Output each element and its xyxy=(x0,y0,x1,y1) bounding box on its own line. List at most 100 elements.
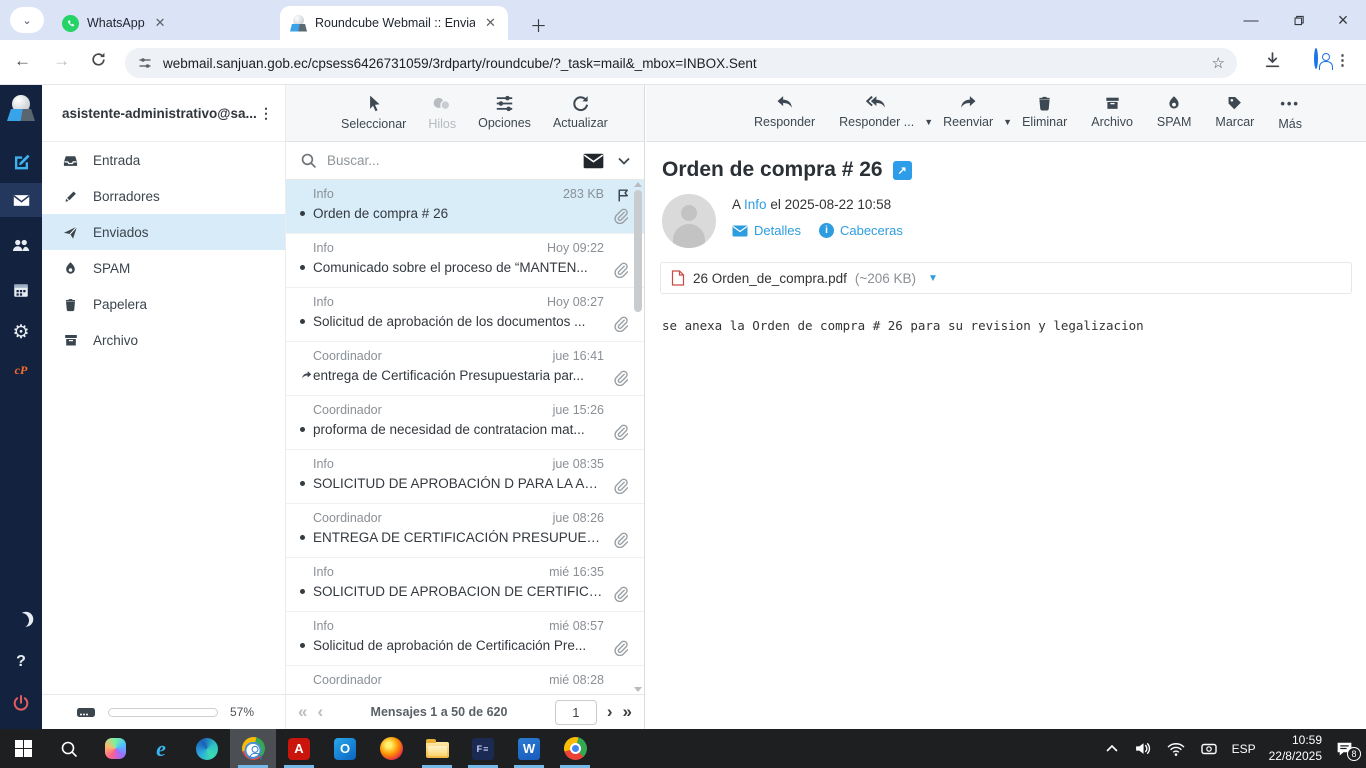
list-item[interactable]: Coordinador jue 08:26 ENTREGA DE CERTIFI… xyxy=(286,504,644,558)
open-in-new-icon[interactable]: ↗ xyxy=(892,160,912,180)
scroll-up-icon[interactable] xyxy=(634,182,642,187)
scrollbar[interactable] xyxy=(633,182,643,692)
help-icon[interactable]: ? xyxy=(0,645,42,679)
scroll-down-icon[interactable] xyxy=(634,687,642,692)
profile-icon[interactable] xyxy=(1314,48,1318,69)
sidebar-item-papelera[interactable]: Papelera xyxy=(42,286,285,322)
compose-icon[interactable] xyxy=(0,143,42,177)
start-icon[interactable] xyxy=(0,729,46,768)
list-item[interactable]: Coordinador mié 08:28 xyxy=(286,666,644,694)
bookmark-star-icon[interactable]: ☆ xyxy=(1212,54,1225,72)
tab-roundcube[interactable]: Roundcube Webmail :: Enviados ✕ xyxy=(280,6,508,40)
download-icon[interactable] xyxy=(1263,51,1282,70)
list-item[interactable]: Info Hoy 09:22 Comunicado sobre el proce… xyxy=(286,234,644,288)
roundcube-logo[interactable] xyxy=(0,93,42,123)
notification-icon[interactable]: 8 xyxy=(1335,740,1361,761)
cpanel-icon[interactable]: cP xyxy=(0,353,42,387)
address-bar[interactable]: webmail.sanjuan.gob.ec/cpsess6426731059/… xyxy=(125,48,1237,78)
kebab-icon[interactable]: ⋮ xyxy=(259,105,273,122)
tab-search-icon[interactable]: ⌄ xyxy=(10,7,44,33)
chrome-profile-icon[interactable] xyxy=(230,729,276,768)
mark-button[interactable]: Marcar xyxy=(1215,94,1254,129)
sidebar-item-enviados[interactable]: Enviados xyxy=(42,214,285,250)
site-controls-icon[interactable] xyxy=(137,55,153,71)
firefox-icon[interactable] xyxy=(368,729,414,768)
new-tab-icon[interactable]: ＋ xyxy=(530,12,547,37)
scrollbar-thumb[interactable] xyxy=(634,190,642,312)
details-toggle[interactable]: Detalles xyxy=(732,223,801,238)
back-icon[interactable]: ← xyxy=(14,51,31,71)
forward-icon[interactable]: → xyxy=(53,51,70,71)
flag-icon[interactable] xyxy=(615,187,632,204)
logout-power-icon[interactable] xyxy=(0,686,42,720)
forward-button[interactable]: Reenviar xyxy=(943,94,993,129)
page-number-input[interactable] xyxy=(554,699,597,725)
volume-icon[interactable] xyxy=(1133,740,1153,757)
next-page-button[interactable]: › xyxy=(607,702,613,722)
list-item[interactable]: Info mié 16:35 SOLICITUD DE APROBACION D… xyxy=(286,558,644,612)
caret-down-icon[interactable]: ▼ xyxy=(1003,117,1012,127)
minimize-icon[interactable]: — xyxy=(1228,0,1274,40)
search-input[interactable] xyxy=(327,153,583,168)
sidebar-item-borradores[interactable]: Borradores xyxy=(42,178,285,214)
attachment-name[interactable]: 26 Orden_de_compra.pdf xyxy=(693,271,847,286)
last-page-button[interactable]: » xyxy=(623,702,632,722)
close-icon[interactable]: ✕ xyxy=(155,15,166,31)
restore-icon[interactable] xyxy=(1274,0,1320,40)
more-button[interactable]: ••• Más xyxy=(1278,94,1302,131)
reload-icon[interactable] xyxy=(90,51,107,68)
copilot-icon[interactable] xyxy=(92,729,138,768)
url-text[interactable]: webmail.sanjuan.gob.ec/cpsess6426731059/… xyxy=(163,56,1212,71)
tab-whatsapp[interactable]: WhatsApp ✕ xyxy=(52,6,267,40)
headers-toggle[interactable]: i Cabeceras xyxy=(818,223,903,238)
list-item[interactable]: Coordinador jue 16:41 entrega de Certifi… xyxy=(286,342,644,396)
f-app-icon[interactable]: F≡ xyxy=(460,729,506,768)
list-item[interactable]: Info Hoy 08:27 Solicitud de aprobación d… xyxy=(286,288,644,342)
edge-icon[interactable] xyxy=(184,729,230,768)
delete-button[interactable]: Eliminar xyxy=(1022,94,1067,129)
calendar-icon[interactable] xyxy=(0,273,42,307)
chrome-icon[interactable] xyxy=(552,729,598,768)
clock[interactable]: 10:59 22/8/2025 xyxy=(1269,733,1322,764)
caret-down-icon[interactable]: ▼ xyxy=(928,273,938,284)
language-indicator[interactable]: ESP xyxy=(1232,742,1256,756)
scope-envelope-icon[interactable] xyxy=(583,153,604,169)
search-icon[interactable] xyxy=(46,729,92,768)
mail-icon[interactable] xyxy=(0,183,42,217)
sidebar-item-archivo[interactable]: Archivo xyxy=(42,322,285,358)
dark-mode-moon-icon[interactable] xyxy=(0,603,42,637)
list-item[interactable]: Info 283 KB Orden de compra # 26 xyxy=(286,180,644,234)
reply-button[interactable]: Responder xyxy=(754,94,815,129)
word-icon[interactable]: W xyxy=(506,729,552,768)
select-button[interactable]: Seleccionar xyxy=(341,94,406,131)
first-page-button[interactable]: « xyxy=(298,702,307,722)
chevron-down-icon[interactable] xyxy=(618,157,630,165)
archive-button[interactable]: Archivo xyxy=(1091,94,1133,129)
account-header[interactable]: asistente-administrativo@sa... ⋮ xyxy=(42,85,285,142)
attachment-item[interactable]: 26 Orden_de_compra.pdf (~206 KB) ▼ xyxy=(660,262,1352,294)
list-item[interactable]: Info jue 08:35 SOLICITUD DE APROBACIÓN D… xyxy=(286,450,644,504)
acrobat-icon[interactable]: A xyxy=(276,729,322,768)
camera-icon[interactable] xyxy=(1199,741,1219,757)
caret-down-icon[interactable]: ▼ xyxy=(924,117,933,127)
chevron-up-icon[interactable] xyxy=(1104,742,1120,756)
contacts-icon[interactable] xyxy=(0,228,42,262)
menu-kebab-icon[interactable]: ⋮ xyxy=(1335,51,1350,69)
reply-all-button[interactable]: Responder ... xyxy=(839,94,914,129)
spam-button[interactable]: SPAM xyxy=(1157,94,1191,129)
internet-explorer-icon[interactable]: e xyxy=(138,729,184,768)
sidebar-item-entrada[interactable]: Entrada xyxy=(42,142,285,178)
sidebar-item-spam[interactable]: SPAM xyxy=(42,250,285,286)
prev-page-button[interactable]: ‹ xyxy=(317,702,323,722)
outlook-icon[interactable]: O xyxy=(322,729,368,768)
settings-gear-icon[interactable]: ⚙ xyxy=(0,315,42,349)
list-item[interactable]: Info mié 08:57 Solicitud de aprobación d… xyxy=(286,612,644,666)
list-item[interactable]: Coordinador jue 15:26 proforma de necesi… xyxy=(286,396,644,450)
threads-button[interactable]: Hilos xyxy=(428,94,456,131)
options-button[interactable]: Opciones xyxy=(478,94,531,130)
refresh-button[interactable]: Actualizar xyxy=(553,94,608,130)
close-window-icon[interactable]: × xyxy=(1320,0,1366,40)
recipient-link[interactable]: Info xyxy=(744,197,767,212)
wifi-icon[interactable] xyxy=(1166,741,1186,757)
file-explorer-icon[interactable] xyxy=(414,729,460,768)
